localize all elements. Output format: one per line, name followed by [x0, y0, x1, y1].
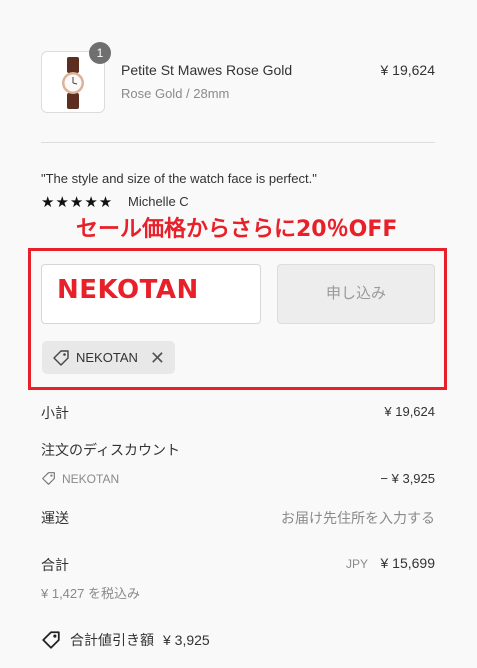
order-discount-code: NEKOTAN	[62, 471, 120, 486]
product-variant: Rose Gold / 28mm	[121, 86, 230, 101]
shipping-label: 運送	[41, 510, 69, 526]
order-discount-label: 注文のディスカウント	[41, 442, 181, 458]
total-currency: JPY	[346, 557, 369, 571]
order-discount-code-row: NEKOTAN	[41, 471, 119, 486]
savings-label: 合計値引き額	[70, 632, 154, 648]
product-price: ¥ 19,624	[380, 62, 436, 78]
close-icon[interactable]: ✕	[150, 349, 165, 367]
tax-note: ¥ 1,427 を税込み	[41, 586, 140, 601]
product-name: Petite St Mawes Rose Gold	[121, 62, 293, 78]
review-quote: "The style and size of the watch face is…	[41, 171, 317, 186]
apply-button[interactable]: 申し込み	[277, 264, 435, 324]
applied-code-chip: NEKOTAN ✕	[42, 341, 175, 374]
order-discount-value: − ¥ 3,925	[380, 471, 435, 486]
reviewer-name: Michelle C	[128, 194, 189, 209]
total-savings: 合計値引き額 ¥ 3,925	[41, 630, 210, 650]
subtotal-value: ¥ 19,624	[384, 404, 435, 419]
applied-code-label: NEKOTAN	[76, 350, 138, 365]
total-value: ¥ 15,699	[380, 555, 436, 571]
discount-code-overlay: NEKOTAN	[57, 275, 199, 305]
watch-image	[62, 57, 84, 109]
tag-icon	[42, 631, 60, 649]
tag-icon	[53, 349, 69, 366]
tag-icon	[42, 472, 55, 485]
promo-annotation: セール価格からさらに20％OFF	[76, 217, 398, 242]
divider	[41, 142, 435, 143]
subtotal-label: 小計	[41, 405, 69, 421]
total-label: 合計	[41, 557, 69, 573]
quantity-badge: 1	[89, 42, 111, 64]
star-rating: ★★★★★	[41, 194, 114, 211]
savings-value: ¥ 3,925	[163, 632, 210, 648]
shipping-value: お届け先住所を入力する	[281, 510, 435, 526]
